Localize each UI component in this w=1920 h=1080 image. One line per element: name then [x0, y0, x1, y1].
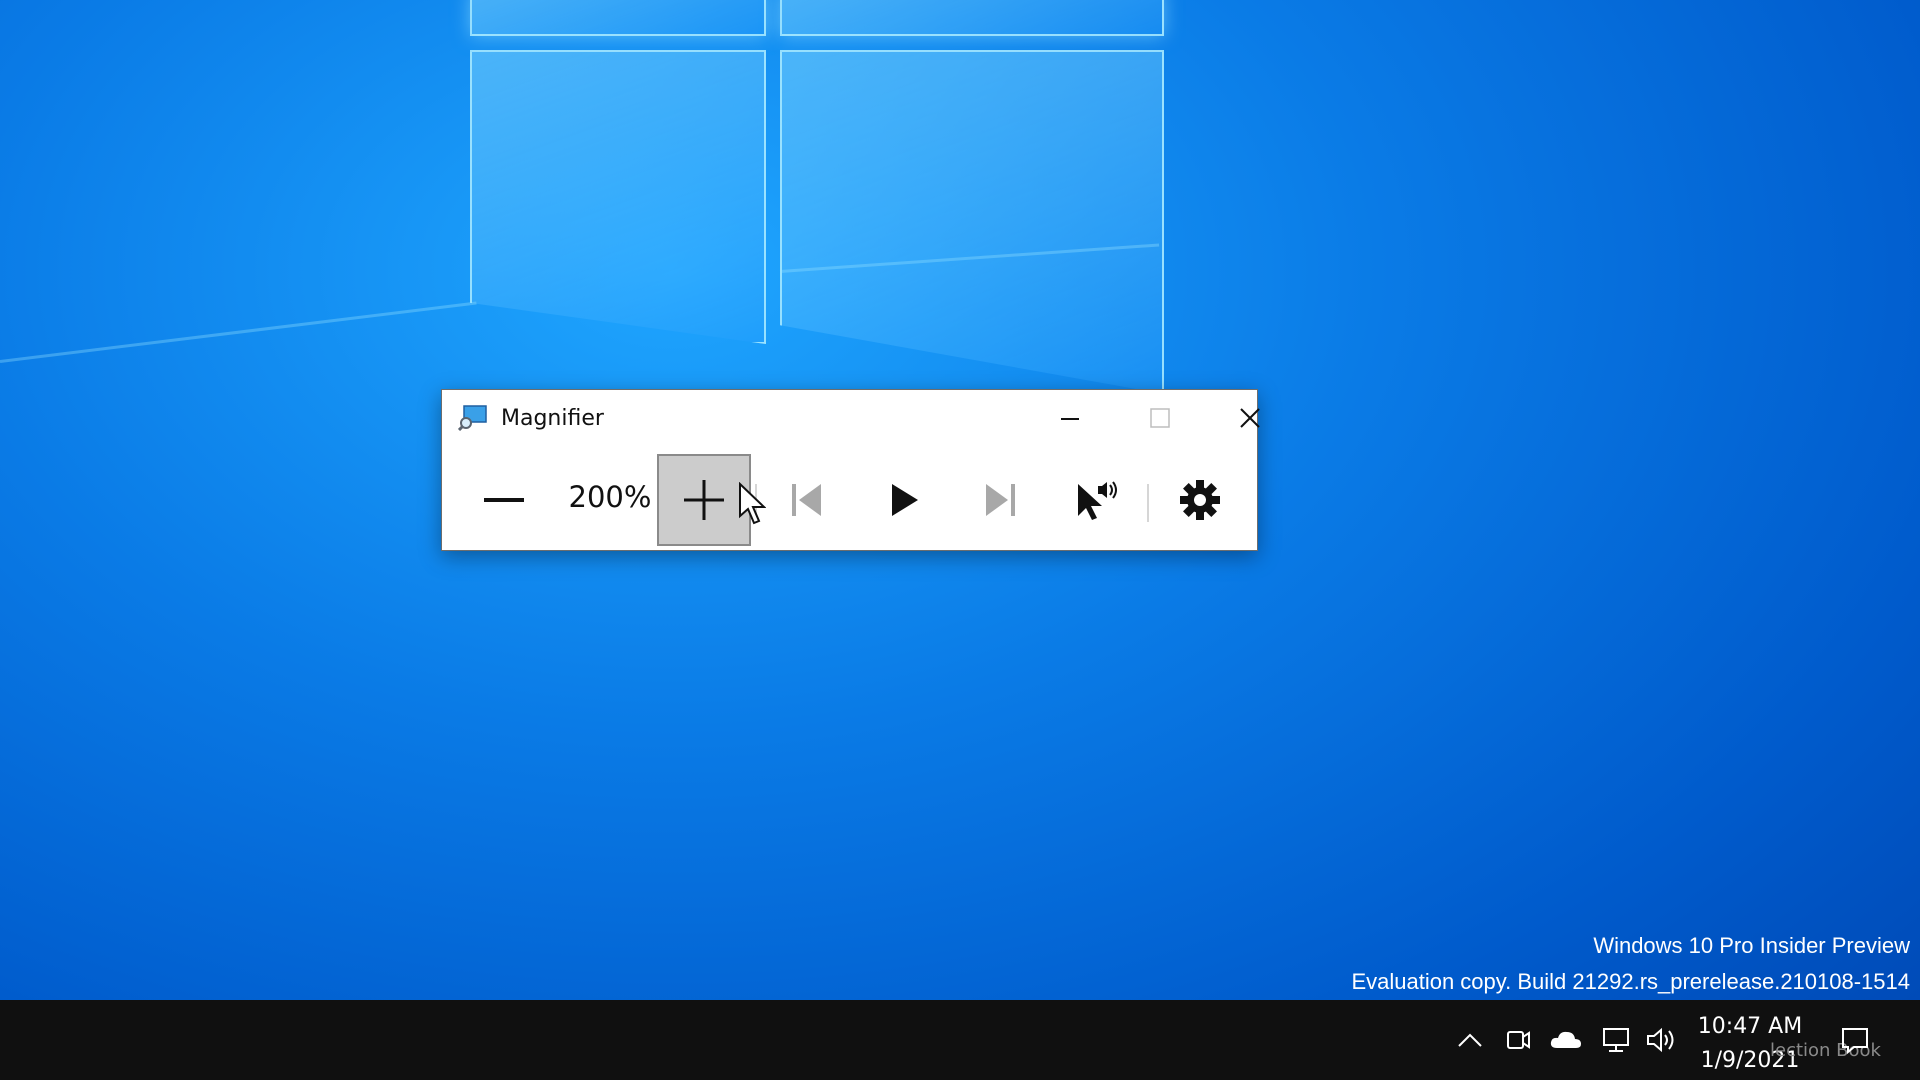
zoom-out-button[interactable]	[457, 454, 551, 546]
show-hidden-icons-button[interactable]	[1450, 1000, 1490, 1080]
skip-next-icon	[986, 484, 1015, 516]
logo-pane-bottom-right	[780, 50, 1164, 394]
network-icon	[1603, 1028, 1629, 1052]
onedrive-button[interactable]	[1544, 1000, 1588, 1080]
logo-pane-top-left	[470, 0, 766, 36]
plus-icon	[684, 480, 724, 520]
read-next-button[interactable]	[953, 454, 1047, 546]
close-button[interactable]	[1205, 390, 1295, 446]
logo-pane-bottom-left	[470, 50, 766, 344]
meet-now-icon	[1507, 1031, 1530, 1049]
maximize-icon	[1150, 408, 1170, 428]
maximize-button[interactable]	[1115, 390, 1205, 446]
pointer-speaker-icon	[1078, 481, 1117, 520]
read-from-here-button[interactable]	[1049, 454, 1143, 546]
zoom-level: 200%	[568, 480, 652, 514]
title-bar[interactable]: Magnifier	[442, 390, 1260, 446]
mouse-cursor	[738, 481, 767, 530]
clock-time: 10:47 AM	[1697, 1014, 1803, 1039]
play-button[interactable]	[857, 454, 951, 546]
speaker-icon	[1647, 1027, 1674, 1053]
meet-now-button[interactable]	[1498, 1000, 1538, 1080]
minimize-button[interactable]	[1025, 390, 1115, 446]
read-previous-button[interactable]	[760, 454, 854, 546]
chevron-up-icon	[1458, 1033, 1482, 1047]
evaluation-line-2: Evaluation copy. Build 21292.rs_prerelea…	[1351, 969, 1910, 994]
close-icon	[1240, 408, 1260, 428]
light-beam	[0, 301, 477, 363]
network-button[interactable]	[1594, 1000, 1638, 1080]
skip-previous-icon	[792, 484, 821, 516]
minimize-icon	[1061, 418, 1079, 420]
play-icon	[892, 484, 918, 516]
evaluation-line-1: Windows 10 Pro Insider Preview	[1593, 933, 1910, 958]
magnifier-app-icon	[457, 405, 488, 432]
zoom-in-button[interactable]	[657, 454, 751, 546]
magnifier-window: Magnifier 200%	[441, 389, 1260, 551]
settings-button[interactable]	[1153, 454, 1247, 546]
toolbar-separator	[1147, 484, 1149, 522]
logo-pane-top-right	[780, 0, 1164, 36]
taskbar: 10:47 AM 1/9/2021 lection Book	[0, 1000, 1920, 1080]
cloud-icon	[1550, 1031, 1581, 1048]
cursor-arrow-icon	[739, 481, 767, 525]
minus-icon	[484, 498, 524, 502]
action-center-button[interactable]	[1830, 1000, 1880, 1080]
volume-button[interactable]	[1640, 1000, 1684, 1080]
window-title: Magnifier	[501, 406, 604, 431]
gear-icon	[1180, 480, 1220, 520]
magnifier-toolbar: 200%	[442, 446, 1257, 550]
notification-icon	[1842, 1028, 1868, 1054]
